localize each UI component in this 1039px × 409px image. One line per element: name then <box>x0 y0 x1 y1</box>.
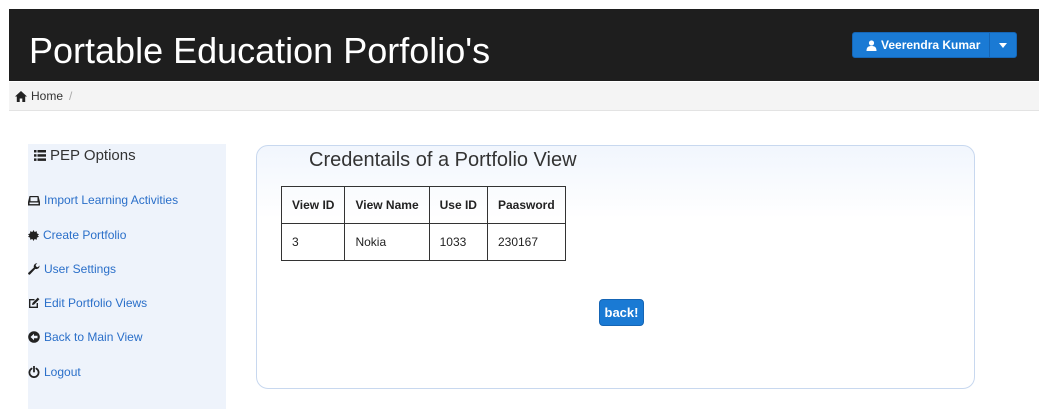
sidebar-item-label: Create Portfolio <box>43 228 127 242</box>
sidebar-item-user-settings[interactable]: User Settings <box>28 262 116 276</box>
user-name: Veerendra Kumar <box>881 38 981 52</box>
panel-title: Credentails of a Portfolio View <box>309 149 577 171</box>
sidebar-item-label: Back to Main View <box>44 330 143 344</box>
certificate-icon <box>28 229 39 241</box>
user-icon <box>866 39 877 51</box>
user-menu-button[interactable]: Veerendra Kumar <box>852 32 1018 58</box>
sidebar-item-logout[interactable]: Logout <box>28 365 81 379</box>
table-row: 3 Nokia 1033 230167 <box>280 223 566 261</box>
table-cell: Nokia <box>344 223 430 261</box>
page: Portable Education Porfolio's Veerendra … <box>0 0 1039 409</box>
sidebar-item-create-portfolio[interactable]: Create Portfolio <box>28 228 126 242</box>
breadcrumb-home[interactable]: Home <box>31 89 63 103</box>
column-header: Paasword <box>486 186 566 224</box>
column-header: Use ID <box>428 186 488 224</box>
breadcrumb: Home / <box>9 82 1039 111</box>
wrench-icon <box>28 263 40 275</box>
credentials-table: View ID View Name Use ID Paasword 3 Noki… <box>280 186 566 261</box>
caret-down-icon <box>999 42 1008 48</box>
sidebar-item-label: User Settings <box>44 262 117 276</box>
breadcrumb-separator: / <box>69 89 73 103</box>
hdd-icon <box>28 195 40 205</box>
user-name-button[interactable]: Veerendra Kumar <box>853 33 991 57</box>
table-header-row: View ID View Name Use ID Paasword <box>280 186 566 224</box>
sidebar-item-back-to-main-view[interactable]: Back to Main View <box>28 330 143 344</box>
column-header: View ID <box>280 186 346 224</box>
power-icon <box>28 366 40 378</box>
sidebar-item-import-learning-activities[interactable]: Import Learning Activities <box>28 193 178 207</box>
user-dropdown-toggle[interactable] <box>990 33 1016 57</box>
column-header: View Name <box>344 186 430 224</box>
brand-title[interactable]: Portable Education Porfolio's <box>29 31 490 71</box>
edit-icon <box>29 297 40 308</box>
sidebar-title-label: PEP Options <box>50 147 136 164</box>
sidebar: PEP Options Import Learning Activities C… <box>28 144 226 409</box>
home-icon <box>15 90 27 102</box>
list-icon <box>34 150 46 161</box>
sidebar-item-label: Import Learning Activities <box>44 193 179 207</box>
back-button[interactable]: back! <box>599 299 644 326</box>
table-cell: 3 <box>280 223 346 261</box>
navbar: Portable Education Porfolio's Veerendra … <box>9 9 1039 81</box>
table-cell: 230167 <box>486 223 566 261</box>
credentials-panel: Credentails of a Portfolio View View ID … <box>256 145 975 389</box>
sidebar-item-edit-portfolio-views[interactable]: Edit Portfolio Views <box>28 296 147 310</box>
sidebar-item-label: Edit Portfolio Views <box>44 296 148 310</box>
circle-arrow-left-icon <box>28 331 40 343</box>
table-cell: 1033 <box>428 223 488 261</box>
sidebar-item-label: Logout <box>44 365 81 379</box>
sidebar-title: PEP Options <box>34 147 136 164</box>
